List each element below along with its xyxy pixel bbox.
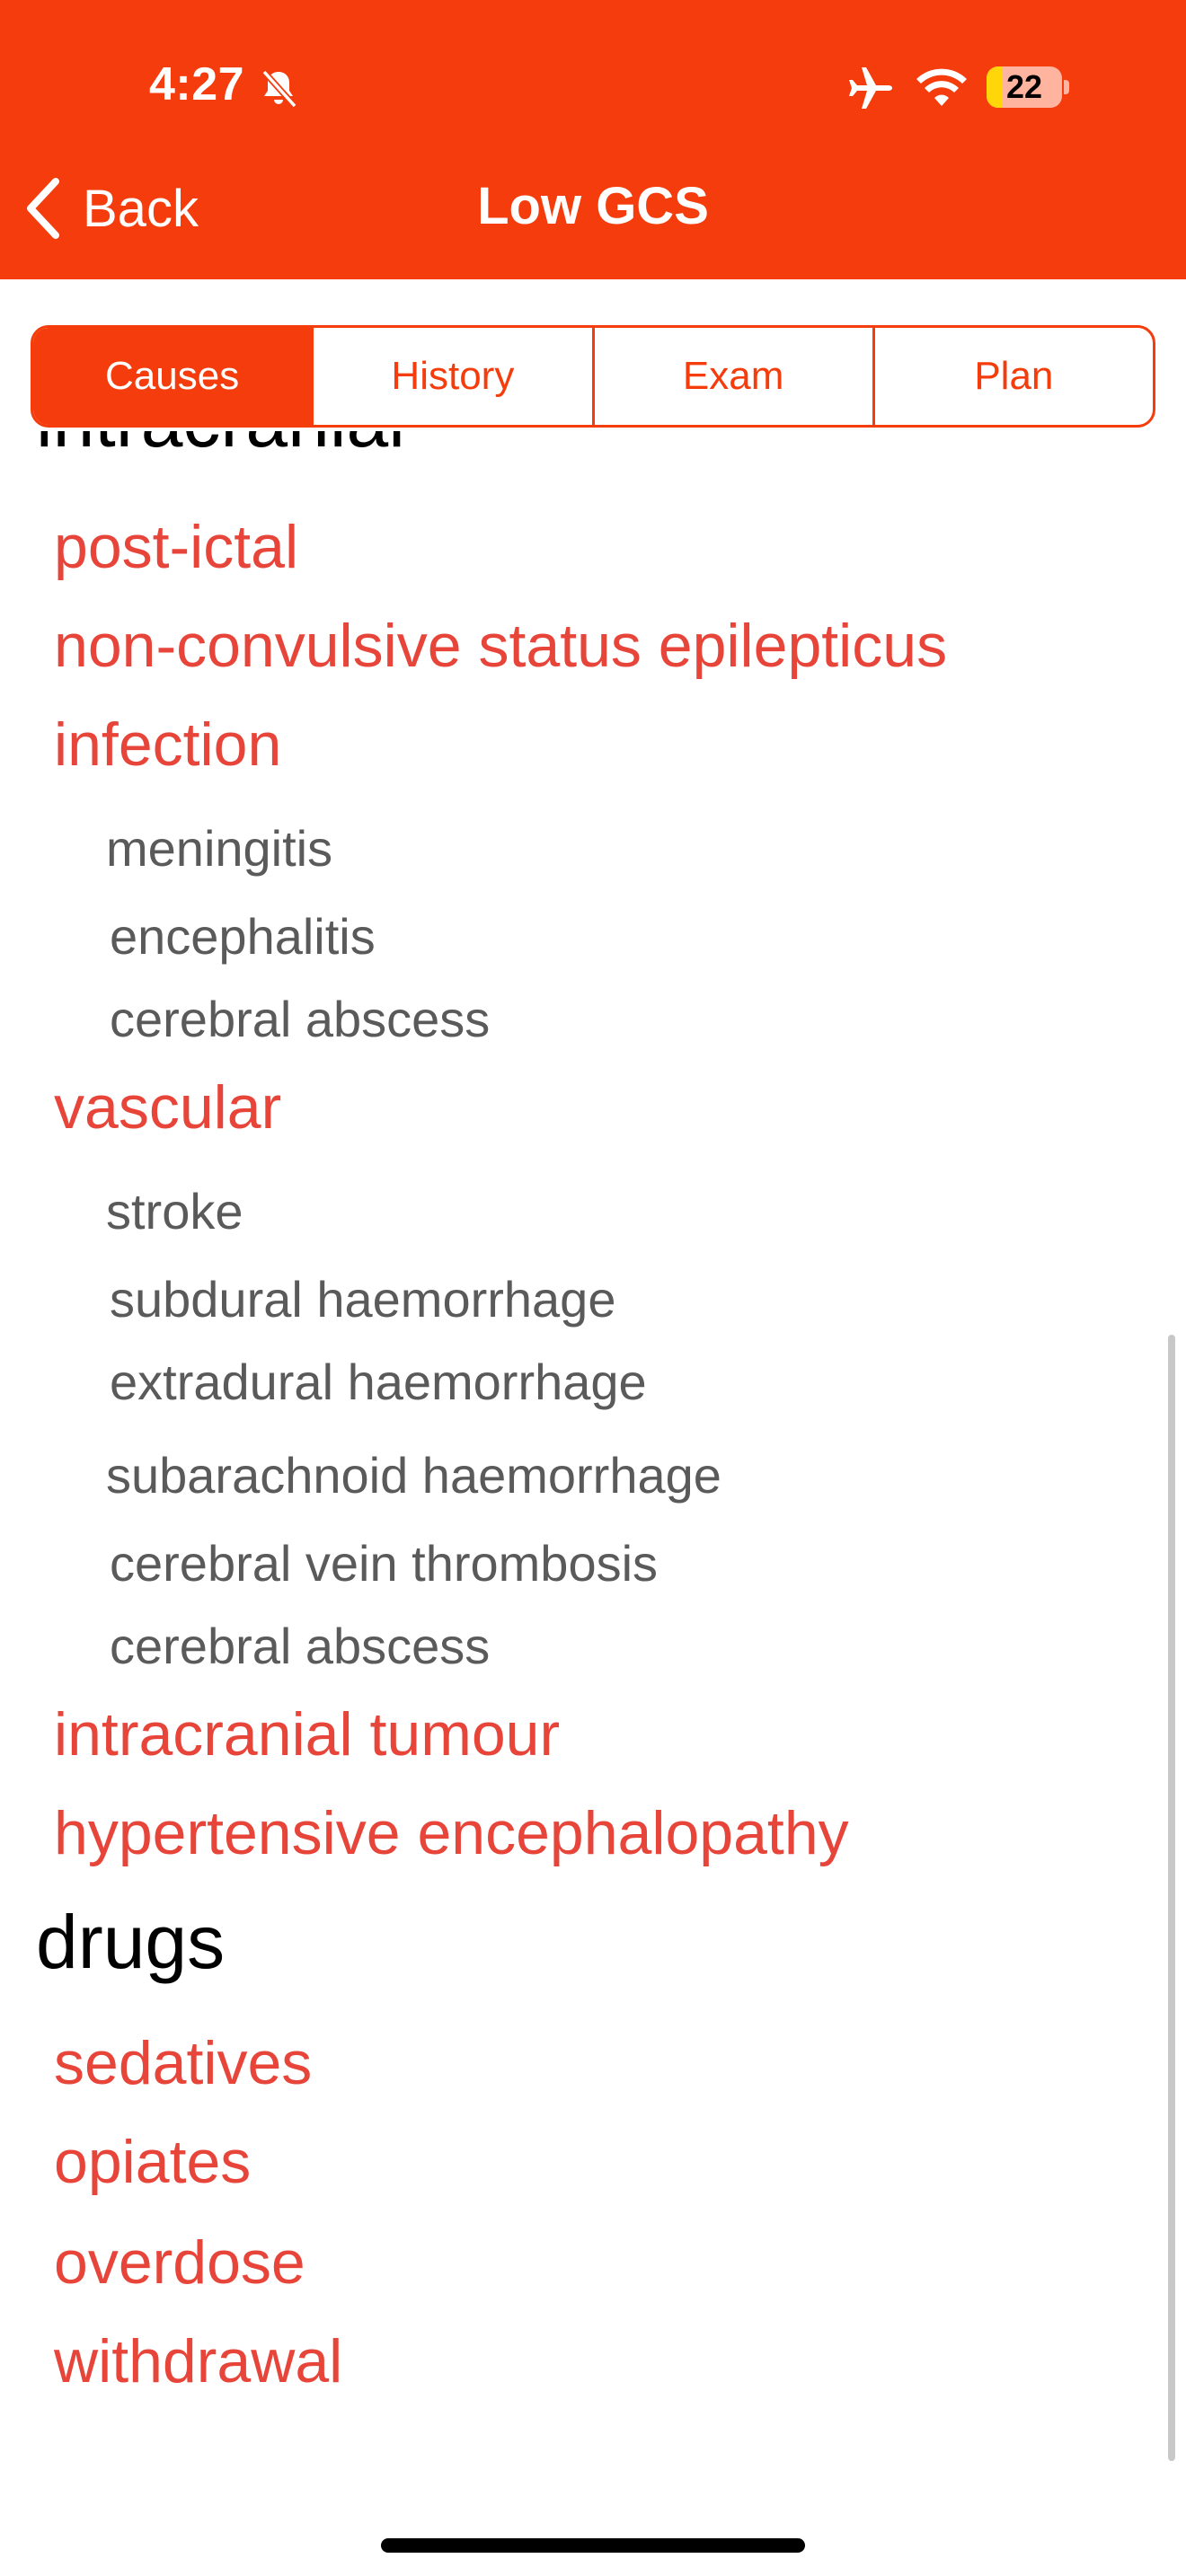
- cause-post-ictal[interactable]: post-ictal: [54, 512, 298, 582]
- cause-vascular[interactable]: vascular: [54, 1072, 281, 1142]
- section-heading-drugs: drugs: [36, 1900, 226, 1984]
- cause-cerebral-abscess: cerebral abscess: [110, 991, 491, 1047]
- battery-indicator: 22: [987, 66, 1069, 108]
- tab-plan[interactable]: Plan: [872, 328, 1153, 425]
- cause-extradural-haemorrhage: extradural haemorrhage: [110, 1354, 647, 1410]
- cause-cerebral-abscess-2: cerebral abscess: [110, 1618, 491, 1674]
- cause-encephalitis: encephalitis: [110, 908, 376, 965]
- tab-causes[interactable]: Causes: [33, 328, 312, 425]
- cause-sedatives[interactable]: sedatives: [54, 2028, 312, 2098]
- cause-cerebral-vein-thrombosis: cerebral vein thrombosis: [110, 1535, 659, 1592]
- battery-percent: 22: [1005, 68, 1043, 105]
- causes-list[interactable]: intracranial post-ictal non-convulsive s…: [0, 431, 1186, 2515]
- cause-hypertensive-encephalopathy[interactable]: hypertensive encephalopathy: [54, 1798, 849, 1868]
- navigation-header: 4:27 22 Back Low GCS: [0, 0, 1186, 279]
- home-indicator[interactable]: [381, 2538, 805, 2553]
- cause-subarachnoid-haemorrhage: subarachnoid haemorrhage: [106, 1447, 721, 1504]
- tab-exam[interactable]: Exam: [591, 328, 872, 425]
- cause-infection[interactable]: infection: [54, 710, 281, 780]
- section-tabs: Causes History Exam Plan: [31, 325, 1155, 428]
- tab-history[interactable]: History: [311, 328, 591, 425]
- wifi-icon: [916, 68, 967, 106]
- scrollbar[interactable]: [1168, 1335, 1175, 2461]
- chevron-left-icon: [27, 178, 59, 239]
- cause-opiates[interactable]: opiates: [54, 2127, 251, 2197]
- cause-overdose[interactable]: overdose: [54, 2228, 305, 2298]
- cause-withdrawal[interactable]: withdrawal: [54, 2326, 342, 2396]
- status-time: 4:27: [149, 58, 245, 110]
- cause-subdural-haemorrhage: subdural haemorrhage: [110, 1271, 616, 1328]
- bell-slash-icon: [261, 69, 297, 109]
- cause-stroke: stroke: [106, 1183, 243, 1239]
- cause-meningitis: meningitis: [106, 820, 333, 877]
- back-button[interactable]: Back: [25, 172, 199, 244]
- back-label: Back: [83, 179, 199, 238]
- cause-non-convulsive-status[interactable]: non-convulsive status epilepticus: [54, 611, 947, 681]
- section-heading-intracranial: intracranial: [36, 431, 405, 464]
- airplane-icon: [849, 67, 892, 109]
- cause-intracranial-tumour[interactable]: intracranial tumour: [54, 1699, 560, 1769]
